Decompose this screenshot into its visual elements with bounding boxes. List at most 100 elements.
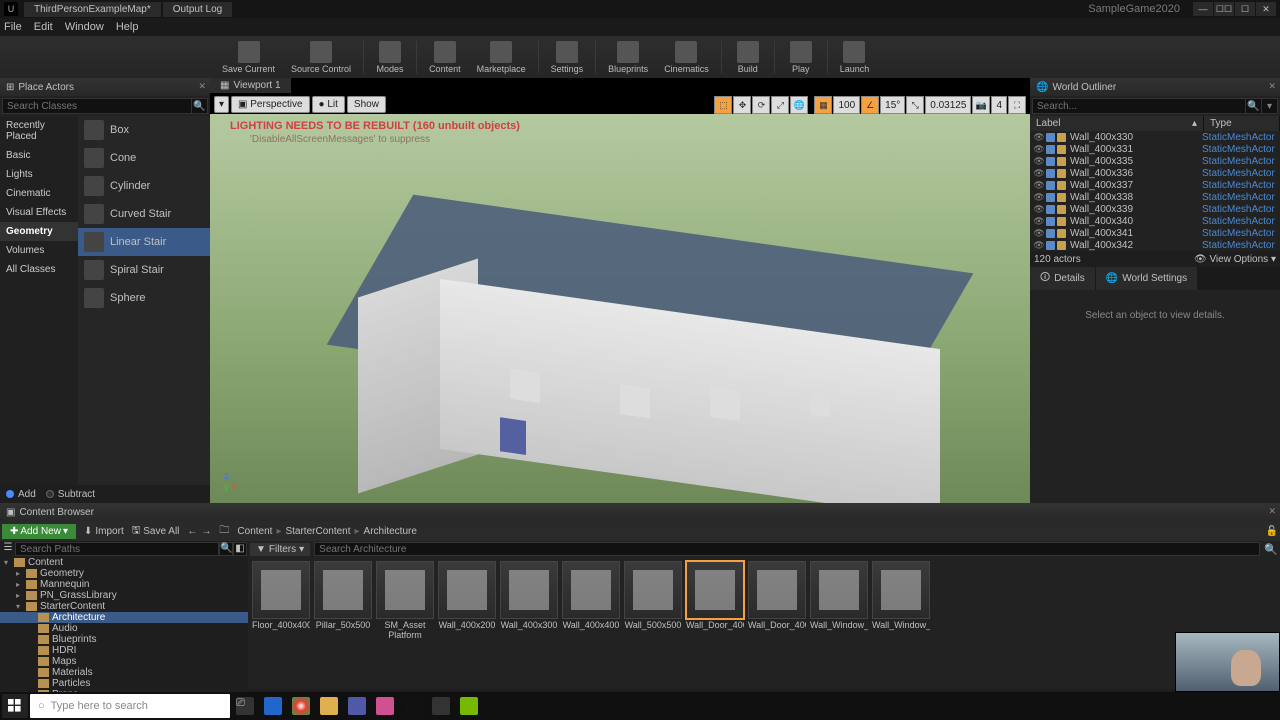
menu-edit[interactable]: Edit [34,21,53,33]
editor-tab-map[interactable]: ThirdPersonExampleMap* [24,2,161,17]
asset-wall-400x400[interactable]: Wall_400x400 [562,561,620,685]
expand-icon[interactable]: ▸ [16,580,26,589]
add-mode[interactable]: Add [18,489,36,500]
outliner-row[interactable]: 👁Wall_400x335StaticMeshActor [1030,155,1280,167]
lock-icon[interactable]: 🔓 [1266,526,1278,537]
tree-search[interactable] [15,542,219,556]
angle-snap-toggle[interactable]: ∠ [861,96,879,114]
taskbar-ue-icon[interactable] [400,694,426,718]
menu-window[interactable]: Window [65,21,104,33]
category-cinematic[interactable]: Cinematic [0,184,78,203]
tree-content[interactable]: ▾Content [0,557,248,568]
viewport-3d-scene[interactable]: LIGHTING NEEDS TO BE REBUILT (160 unbuil… [210,114,1030,503]
tab-world-settings[interactable]: 🌐World Settings [1096,267,1197,290]
task-view-icon[interactable]: ⎚ [232,694,258,718]
breadcrumb-content[interactable]: Content [237,526,272,537]
actor-linear-stair[interactable]: Linear Stair [78,228,210,256]
asset-floor-400x400[interactable]: Floor_400x400 [252,561,310,685]
toolbar-cinematics[interactable]: Cinematics [656,37,717,77]
actor-spiral-stair[interactable]: Spiral Stair [78,256,210,284]
outliner-row[interactable]: 👁Wall_400x336StaticMeshActor [1030,167,1280,179]
search-icon[interactable]: 🔍 [1264,543,1278,556]
outliner-row[interactable]: 👁Wall_400x338StaticMeshActor [1030,191,1280,203]
add-new-button[interactable]: ✚ Add New ▾ [2,524,76,539]
visibility-icon[interactable]: 👁 [1032,180,1046,191]
taskbar-search[interactable]: ○ Type here to search [30,694,230,718]
category-geometry[interactable]: Geometry [0,222,78,241]
tree-startercontent[interactable]: ▾StarterContent [0,601,248,612]
toolbar-launch[interactable]: Launch [832,37,878,77]
save-all-button[interactable]: 🖫 Save All [132,523,180,540]
search-icon[interactable]: 🔍 [1246,98,1262,114]
expand-icon[interactable]: ▾ [4,558,14,567]
toolbar-modes[interactable]: Modes [368,37,412,77]
close-button[interactable]: ✕ [1256,2,1276,16]
asset-wall-500x500[interactable]: Wall_500x500 [624,561,682,685]
outliner-row[interactable]: 👁Wall_400x337StaticMeshActor [1030,179,1280,191]
actor-box[interactable]: Box [78,116,210,144]
search-icon[interactable]: 🔍 [219,542,233,556]
camera-speed-icon[interactable]: 📷 [972,96,990,114]
scale-snap-value[interactable]: 0.03125 [925,96,971,114]
expand-icon[interactable]: ▸ [16,591,26,600]
tree-maps[interactable]: Maps [0,656,248,667]
tree-hdri[interactable]: HDRI [0,645,248,656]
tree-mannequin[interactable]: ▸Mannequin [0,579,248,590]
editor-tab-output[interactable]: Output Log [163,2,232,17]
viewport-show[interactable]: Show [347,96,386,113]
visibility-icon[interactable]: 👁 [1032,204,1046,215]
category-lights[interactable]: Lights [0,165,78,184]
search-icon[interactable]: 🔍 [192,98,208,114]
toolbar-build[interactable]: Build [726,37,770,77]
toolbar-play[interactable]: Play [779,37,823,77]
visibility-icon[interactable]: 👁 [1032,216,1046,227]
angle-snap-value[interactable]: 15° [880,96,905,114]
tree-blueprints[interactable]: Blueprints [0,634,248,645]
grid-snap-value[interactable]: 100 [833,96,860,114]
outliner-row[interactable]: 👁Wall_400x341StaticMeshActor [1030,227,1280,239]
category-basic[interactable]: Basic [0,146,78,165]
category-all-classes[interactable]: All Classes [0,260,78,279]
visibility-icon[interactable]: 👁 [1032,144,1046,155]
asset-wall-400x200[interactable]: Wall_400x200 [438,561,496,685]
outliner-row[interactable]: 👁Wall_400x342StaticMeshActor [1030,239,1280,251]
tree-particles[interactable]: Particles [0,678,248,689]
folder-icon[interactable]: 🗀 [219,523,229,540]
actor-cylinder[interactable]: Cylinder [78,172,210,200]
import-button[interactable]: ⬇ Import [84,526,124,537]
maximize2-button[interactable]: ☐ [1235,2,1255,16]
visibility-icon[interactable]: 👁 [1032,168,1046,179]
viewport-lit[interactable]: ● Lit [312,96,345,113]
visibility-icon[interactable]: 👁 [1032,192,1046,203]
coord-space-icon[interactable]: 🌐 [790,96,808,114]
taskbar-app3-icon[interactable] [428,694,454,718]
visibility-icon[interactable]: 👁 [1032,156,1046,167]
start-button[interactable] [2,694,28,718]
outliner-row[interactable]: 👁Wall_400x339StaticMeshActor [1030,203,1280,215]
transform-scale-icon[interactable]: ⤢ [771,96,789,114]
taskbar-explorer-icon[interactable] [316,694,342,718]
pin-icon[interactable]: ✕ [1268,81,1276,92]
menu-file[interactable]: File [4,21,22,33]
tree-architecture[interactable]: Architecture [0,612,248,623]
actor-curved-stair[interactable]: Curved Stair [78,200,210,228]
asset-wall-window-400x300[interactable]: Wall_Window_400x300 [810,561,868,685]
pin-icon[interactable]: ✕ [198,81,206,92]
asset-wall-400x300[interactable]: Wall_400x300 [500,561,558,685]
asset-sm-asset-platform[interactable]: SM_Asset Platform [376,561,434,685]
asset-wall-door-400x400[interactable]: Wall_Door_400x400 [748,561,806,685]
tab-details[interactable]: 🛈Details [1030,267,1095,290]
asset-pillar-50x500[interactable]: Pillar_50x500 [314,561,372,685]
category-visual-effects[interactable]: Visual Effects [0,203,78,222]
toolbar-marketplace[interactable]: Marketplace [469,37,534,77]
actor-sphere[interactable]: Sphere [78,284,210,312]
category-volumes[interactable]: Volumes [0,241,78,260]
tree-materials[interactable]: Materials [0,667,248,678]
outliner-search[interactable] [1032,98,1246,114]
camera-speed-value[interactable]: 4 [991,96,1007,114]
tree-pn_grasslibrary[interactable]: ▸PN_GrassLibrary [0,590,248,601]
outliner-row[interactable]: 👁Wall_400x340StaticMeshActor [1030,215,1280,227]
toolbar-content[interactable]: Content [421,37,469,77]
nav-fwd-icon[interactable]: → [201,526,211,537]
transform-move-icon[interactable]: ✥ [733,96,751,114]
